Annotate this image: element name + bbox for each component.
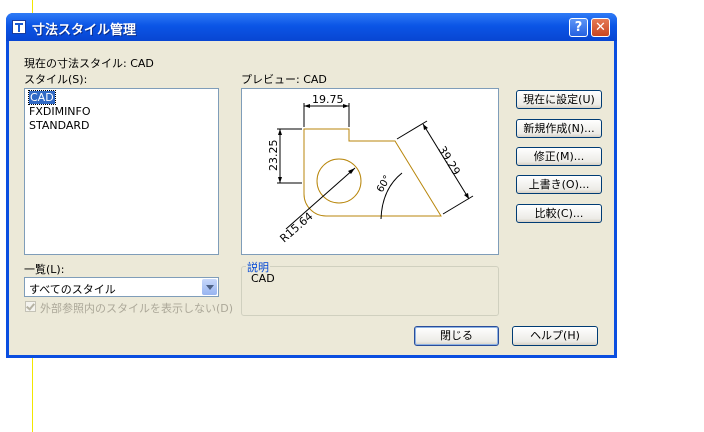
styles-listbox[interactable]: CAD FXDIMINFO STANDARD bbox=[24, 88, 219, 255]
preview-pane: 19.75 23.25 39.29 60° R15.64 bbox=[241, 88, 499, 255]
styles-label: スタイル(S): bbox=[24, 73, 88, 86]
title-bar[interactable]: 寸法スタイル管理 ? ✕ bbox=[6, 13, 617, 41]
angle-text: 60° bbox=[375, 174, 393, 195]
description-group bbox=[241, 266, 499, 316]
dim-right-text: 39.29 bbox=[435, 144, 462, 178]
compare-button[interactable]: 比較(C)... bbox=[516, 204, 602, 223]
description-text: CAD bbox=[251, 272, 275, 285]
modify-button[interactable]: 修正(M)... bbox=[516, 147, 602, 166]
set-current-button[interactable]: 現在に設定(U) bbox=[516, 90, 602, 109]
close-icon[interactable]: ✕ bbox=[591, 18, 610, 37]
override-button[interactable]: 上書き(O)... bbox=[516, 175, 602, 194]
style-item-standard[interactable]: STANDARD bbox=[29, 119, 90, 132]
dialog-body: 現在の寸法スタイル: CAD スタイル(S): CAD FXDIMINFO ST… bbox=[9, 41, 614, 355]
list-filter-value: すべてのスタイル bbox=[29, 283, 116, 296]
xref-checkbox[interactable] bbox=[25, 301, 36, 312]
radius-text: R15.64 bbox=[277, 210, 315, 245]
dimension-style-manager-dialog: 寸法スタイル管理 ? ✕ 現在の寸法スタイル: CAD スタイル(S): CAD… bbox=[6, 13, 617, 358]
style-item-fxdiminfo[interactable]: FXDIMINFO bbox=[29, 105, 91, 118]
preview-geometry bbox=[303, 128, 442, 217]
current-style-label: 現在の寸法スタイル: CAD bbox=[24, 57, 154, 70]
list-label: 一覧(L): bbox=[24, 263, 65, 276]
list-filter-select[interactable]: すべてのスタイル bbox=[24, 277, 219, 297]
app-icon bbox=[12, 20, 26, 34]
dialog-title: 寸法スタイル管理 bbox=[32, 23, 137, 38]
dim-top-text: 19.75 bbox=[312, 93, 344, 106]
help-button[interactable]: ヘルプ(H) bbox=[512, 326, 598, 346]
xref-checkbox-label: 外部参照内のスタイルを表示しない(D) bbox=[40, 302, 234, 315]
close-button[interactable]: 閉じる bbox=[414, 326, 499, 346]
help-question-icon[interactable]: ? bbox=[569, 18, 588, 37]
preview-label: プレビュー: CAD bbox=[241, 73, 327, 86]
dimension-preview-drawing: 19.75 23.25 39.29 60° R15.64 bbox=[267, 93, 474, 245]
new-style-button[interactable]: 新規作成(N)... bbox=[516, 119, 602, 138]
dim-left-text: 23.25 bbox=[267, 140, 280, 172]
chevron-down-icon[interactable] bbox=[202, 279, 217, 295]
style-item-cad[interactable]: CAD bbox=[28, 90, 56, 105]
